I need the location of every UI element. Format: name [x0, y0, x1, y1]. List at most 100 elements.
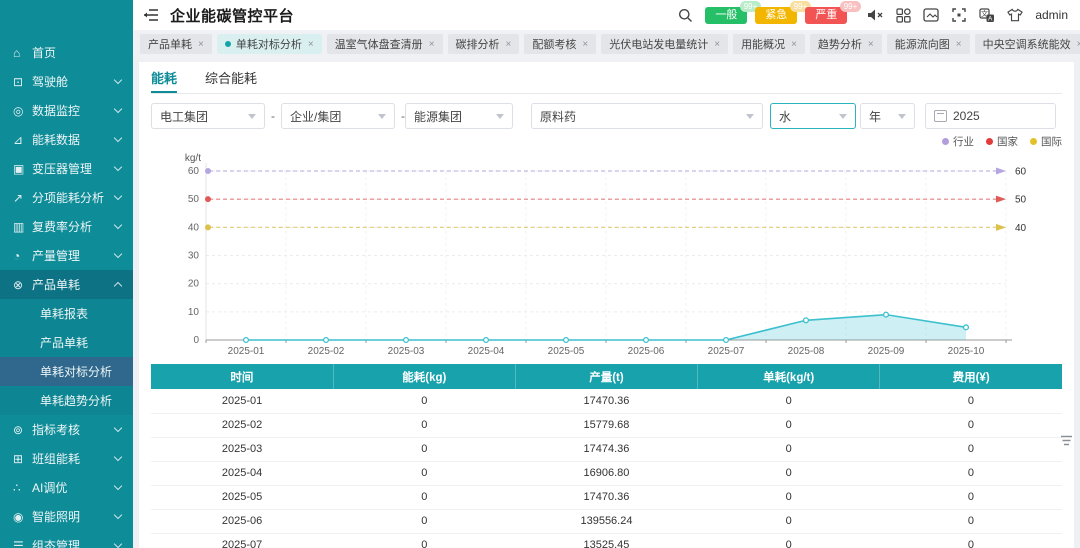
table-row[interactable]: 2025-07013525.4500: [151, 533, 1062, 548]
close-tab-icon[interactable]: ×: [582, 39, 588, 50]
close-tab-icon[interactable]: ×: [791, 39, 797, 50]
sidebar-item-产量管理[interactable]: ◔产量管理: [0, 241, 133, 270]
sidebar-subitem-单耗对标分析[interactable]: 单耗对标分析: [0, 357, 133, 386]
table-row[interactable]: 2025-060139556.2400: [151, 509, 1062, 533]
filter-select-1[interactable]: 电工集团: [151, 103, 265, 129]
sidebar-item-智能照明[interactable]: ◉智能照明: [0, 502, 133, 531]
svg-text:50: 50: [1015, 195, 1027, 206]
page-tab-label: 温室气体盘查清册: [335, 36, 423, 52]
sidebar-item-label: 复费率分析: [32, 218, 115, 235]
legend-label: 国际: [1041, 134, 1062, 149]
page-tab-光伏电站发电量统计[interactable]: 光伏电站发电量统计 ×: [601, 34, 728, 54]
table-row[interactable]: 2025-01017470.3600: [151, 389, 1062, 413]
volume-mute-icon[interactable]: [867, 7, 883, 23]
filter-select-3[interactable]: 能源集团: [405, 103, 513, 129]
svg-text:2025-10: 2025-10: [948, 346, 985, 354]
filter-select-4[interactable]: 原料药: [531, 103, 763, 129]
page-tab-能源流向图[interactable]: 能源流向图×: [887, 34, 970, 54]
page-tab-用能概况[interactable]: 用能概况×: [733, 34, 805, 54]
filter-select-5[interactable]: 水: [770, 103, 856, 129]
page-tab-中央空调系统能效[interactable]: 中央空调系统能效×: [975, 34, 1080, 54]
translate-icon[interactable]: 文A: [979, 7, 995, 23]
energy-data-icon: ⊿: [13, 133, 32, 147]
close-tab-icon[interactable]: ×: [1077, 39, 1080, 50]
legend-item-国际[interactable]: 国际: [1030, 134, 1062, 149]
legend-item-行业[interactable]: 行业: [942, 134, 974, 149]
close-tab-icon[interactable]: ×: [868, 39, 874, 50]
page-tab-单耗对标分析[interactable]: 单耗对标分析×: [217, 34, 322, 54]
kpi-assess-icon: ⊚: [13, 423, 32, 437]
sidebar-item-产品单耗[interactable]: ⊗产品单耗: [0, 270, 133, 299]
sidebar-item-label: 数据监控: [32, 102, 115, 119]
chevron-down-icon: [114, 192, 122, 200]
table-row[interactable]: 2025-03017474.3600: [151, 437, 1062, 461]
sidebar-item-指标考核[interactable]: ⊚指标考核: [0, 415, 133, 444]
search-icon[interactable]: [677, 7, 693, 23]
sidebar-item-变压器管理[interactable]: ▣变压器管理: [0, 154, 133, 183]
close-tab-icon[interactable]: ×: [506, 39, 512, 50]
sidebar-item-驾驶舱[interactable]: ⊡驾驶舱: [0, 67, 133, 96]
filter-select-6[interactable]: 年: [860, 103, 915, 129]
page-tab-碳排分析[interactable]: 碳排分析×: [448, 34, 520, 54]
close-tab-icon[interactable]: ×: [308, 39, 314, 50]
close-tab-icon[interactable]: ×: [956, 39, 962, 50]
table-header-row: 时间能耗(kg)产量(t)单耗(kg/t)费用(¥): [151, 364, 1062, 389]
sidebar-item-首页[interactable]: ⌂首页: [0, 38, 133, 67]
page-tab-label: 配额考核: [532, 36, 576, 52]
page-tab-配额考核[interactable]: 配额考核 ×: [524, 34, 596, 54]
sidebar-item-label: 产量管理: [32, 247, 115, 264]
sidebar-item-AI调优[interactable]: ∴AI调优: [0, 473, 133, 502]
svg-text:0: 0: [193, 335, 199, 346]
table-column-filter-icon[interactable]: [1060, 434, 1073, 447]
table-cell: 0: [880, 437, 1062, 461]
table-row[interactable]: 2025-04016906.8000: [151, 461, 1062, 485]
sidebar-subitem-单耗报表[interactable]: 单耗报表: [0, 299, 133, 328]
table-row[interactable]: 2025-05017470.3600: [151, 485, 1062, 509]
screenshot-icon[interactable]: [923, 7, 939, 23]
page-tab-产品单耗[interactable]: 产品单耗 ×: [140, 34, 212, 54]
sidebar-item-班组能耗[interactable]: ⊞班组能耗: [0, 444, 133, 473]
page-tab-趋势分析[interactable]: 趋势分析×: [810, 34, 882, 54]
alarm-badge-一般[interactable]: 一般99+: [705, 7, 747, 24]
sidebar-item-能耗数据[interactable]: ⊿能耗数据: [0, 125, 133, 154]
sidebar-subitem-单耗趋势分析[interactable]: 单耗趋势分析: [0, 386, 133, 415]
svg-text:10: 10: [188, 307, 200, 318]
sidebar-item-分项能耗分析[interactable]: ↗分项能耗分析: [0, 183, 133, 212]
tab-能耗[interactable]: 能耗: [151, 68, 177, 93]
table-cell: 2025-06: [151, 509, 333, 533]
sidebar-item-组态管理[interactable]: ☰组态管理: [0, 531, 133, 548]
close-tab-icon[interactable]: ×: [429, 39, 435, 50]
sidebar-item-复费率分析[interactable]: ▥复费率分析: [0, 212, 133, 241]
chevron-down-icon: [114, 482, 122, 490]
alarm-badge-严重[interactable]: 严重99+: [805, 7, 847, 24]
fullscreen-icon[interactable]: [951, 7, 967, 23]
chevron-down-icon: [746, 114, 754, 119]
filter-select-2[interactable]: 企业/集团: [281, 103, 395, 129]
tab-综合能耗[interactable]: 综合能耗: [205, 68, 257, 93]
close-tab-icon[interactable]: ×: [714, 39, 720, 50]
date-picker[interactable]: 2025: [925, 103, 1056, 129]
column-header-产量(t): 产量(t): [515, 364, 697, 389]
sidebar-subitem-产品单耗[interactable]: 产品单耗: [0, 328, 133, 357]
page-tab-label: 光伏电站发电量统计: [609, 36, 708, 52]
home-icon: ⌂: [13, 46, 32, 60]
page-tab-label: 产品单耗: [148, 36, 192, 52]
sidebar-item-数据监控[interactable]: ◎数据监控: [0, 96, 133, 125]
legend-item-国家[interactable]: 国家: [986, 134, 1018, 149]
alarm-count-badge: 99+: [840, 1, 862, 12]
content-tabs: 能耗 综合能耗: [151, 68, 1062, 94]
table-cell: 0: [880, 389, 1062, 413]
close-tab-icon[interactable]: ×: [198, 39, 204, 50]
alarm-badge-紧急[interactable]: 紧急99+: [755, 7, 797, 24]
sidebar-item-label: 指标考核: [32, 421, 115, 438]
collapse-menu-icon[interactable]: [143, 8, 159, 22]
transformer-icon: ▣: [13, 162, 32, 176]
theme-shirt-icon[interactable]: [1007, 7, 1023, 23]
table-row[interactable]: 2025-02015779.6800: [151, 413, 1062, 437]
user-name[interactable]: admin: [1035, 8, 1068, 22]
apps-grid-icon[interactable]: [895, 7, 911, 23]
page-tab-温室气体盘查清册[interactable]: 温室气体盘查清册 ×: [327, 34, 443, 54]
table-cell: 2025-03: [151, 437, 333, 461]
filter-row: 电工集团-企业/集团-能源集团原料药水年2025: [151, 103, 1062, 129]
table-body: 2025-01017470.36002025-02015779.68002025…: [151, 389, 1062, 548]
